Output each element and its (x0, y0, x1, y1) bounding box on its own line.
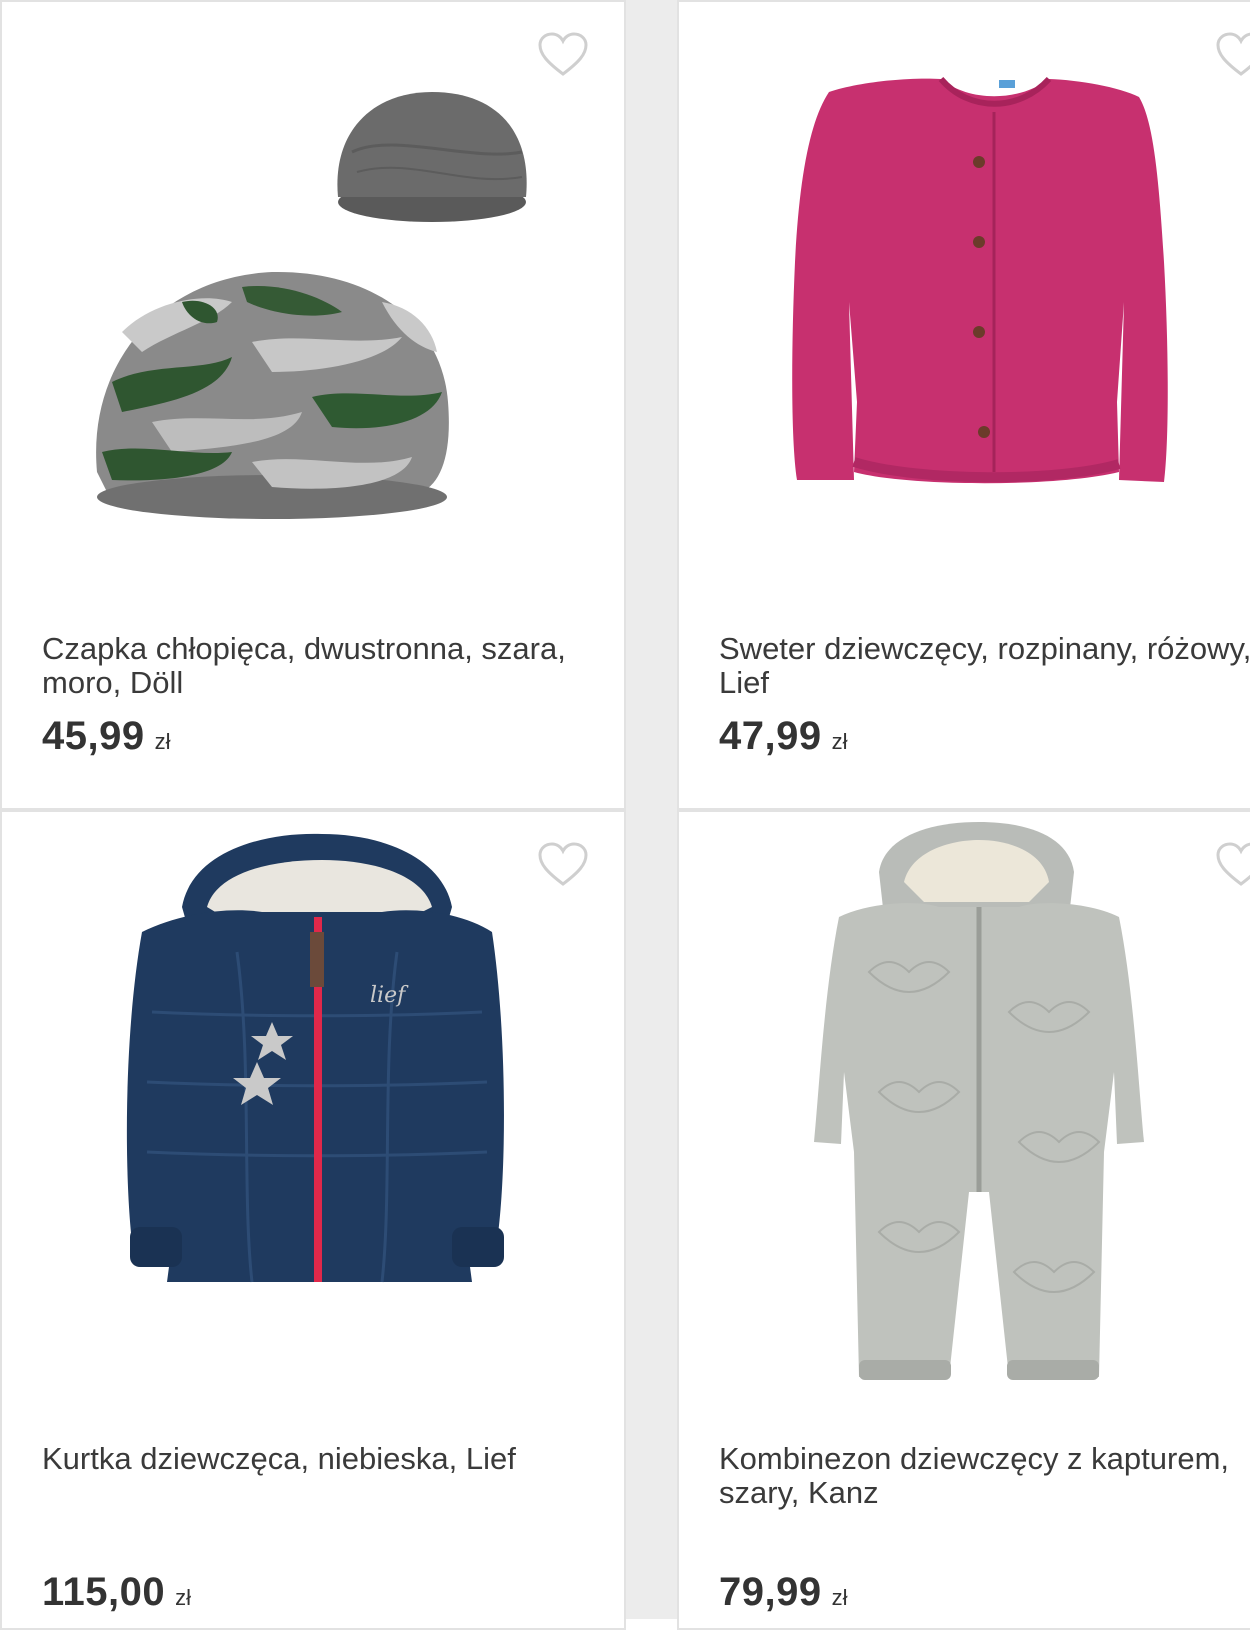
price-currency: zł (831, 1585, 848, 1610)
product-title[interactable]: Czapka chłopięca, dwustronna, szara, mor… (42, 632, 582, 700)
product-image[interactable] (679, 2, 1250, 602)
favorite-heart-icon[interactable] (537, 842, 589, 888)
price-currency: zł (831, 729, 848, 754)
product-title[interactable]: Kurtka dziewczęca, niebieska, Lief (42, 1442, 582, 1476)
pink-cardigan-image (792, 76, 1168, 484)
product-price: 79,99 zł (719, 1570, 848, 1615)
product-image[interactable] (679, 812, 1250, 1432)
favorite-heart-icon[interactable] (1215, 842, 1250, 888)
price-currency: zł (175, 1585, 192, 1610)
svg-text:lief: lief (370, 983, 409, 1008)
product-image[interactable]: lief (2, 812, 624, 1432)
product-price: 47,99 zł (719, 714, 848, 759)
price-amount: 47,99 (719, 714, 822, 758)
product-title[interactable]: Kombinezon dziewczęcy z kapturem, szary,… (719, 1442, 1250, 1510)
product-card[interactable]: lief Kurtka dziewczęca, niebieska, Lief … (0, 810, 626, 1630)
navy-jacket-image: lief (126, 833, 504, 1283)
product-price: 115,00 zł (42, 1570, 191, 1615)
product-card[interactable]: Sweter dziewczęcy, rozpinany, różowy, Li… (677, 0, 1250, 810)
favorite-heart-icon[interactable] (537, 32, 589, 78)
price-amount: 115,00 (42, 1570, 166, 1614)
price-currency: zł (154, 729, 171, 754)
product-title[interactable]: Sweter dziewczęcy, rozpinany, różowy, Li… (719, 632, 1250, 700)
product-card[interactable]: Czapka chłopięca, dwustronna, szara, mor… (0, 0, 626, 810)
product-card[interactable]: Kombinezon dziewczęcy z kapturem, szary,… (677, 810, 1250, 1630)
price-amount: 45,99 (42, 714, 145, 758)
favorite-heart-icon[interactable] (1215, 32, 1250, 78)
camo-beanie-image (96, 92, 527, 519)
product-image[interactable] (2, 2, 624, 602)
price-amount: 79,99 (719, 1570, 822, 1614)
grey-snowsuit-image (814, 822, 1144, 1380)
product-grid: Czapka chłopięca, dwustronna, szara, mor… (0, 0, 1250, 1630)
product-price: 45,99 zł (42, 714, 171, 759)
